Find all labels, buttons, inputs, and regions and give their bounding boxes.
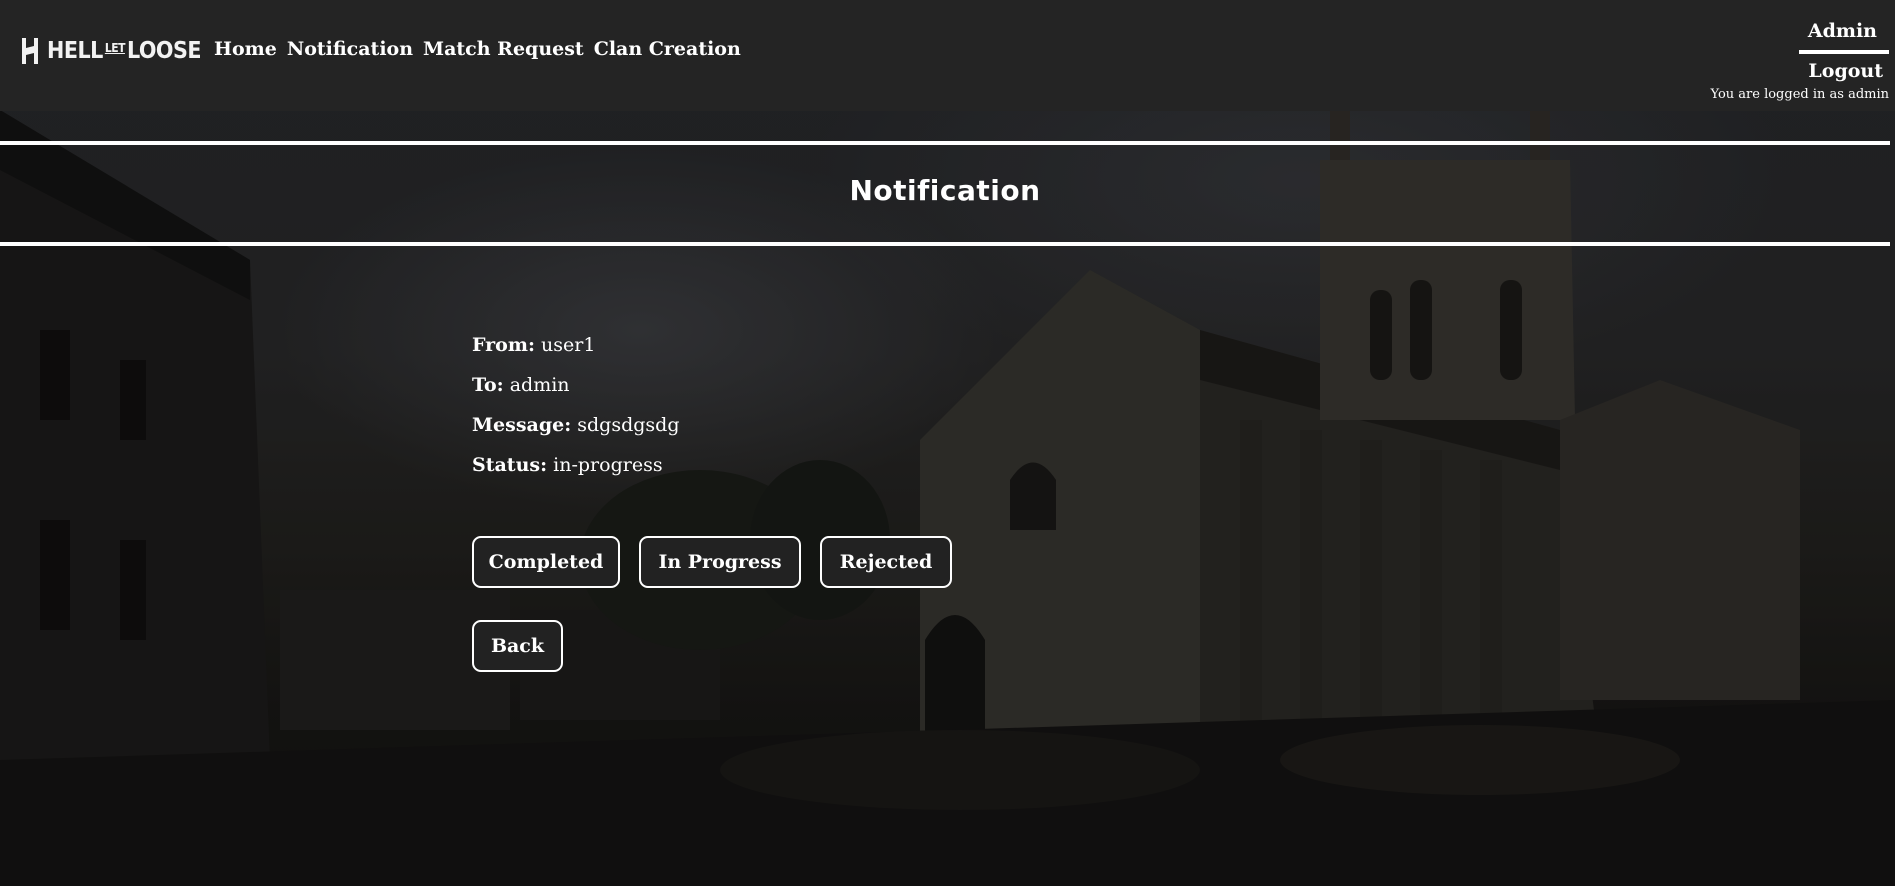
rejected-button[interactable]: Rejected xyxy=(820,536,952,588)
detail-row-from: From: user1 xyxy=(472,325,680,365)
page-title: Notification xyxy=(849,174,1041,207)
logo[interactable]: HELL LETLOOSE xyxy=(19,36,202,66)
account-panel: Admin Logout You are logged in as admin xyxy=(1710,20,1890,102)
account-divider xyxy=(1799,50,1889,54)
hell-let-loose-emblem-icon xyxy=(22,38,38,64)
notification-details: From: user1 To: admin Message: sdgsdgsdg… xyxy=(472,325,680,485)
background-scene xyxy=(0,0,1895,886)
nav-link-notification[interactable]: Notification xyxy=(287,38,413,60)
top-navbar: HELL LETLOOSE Home Notification Match Req… xyxy=(0,0,1895,111)
detail-row-message: Message: sdgsdgsdg xyxy=(472,405,680,445)
nav-link-match-request[interactable]: Match Request xyxy=(423,38,584,60)
page: HELL LETLOOSE Home Notification Match Req… xyxy=(0,0,1895,886)
main-nav: Home Notification Match Request Clan Cre… xyxy=(214,38,741,60)
to-value: admin xyxy=(509,374,570,396)
message-label: Message: xyxy=(472,414,572,436)
from-value: user1 xyxy=(541,334,596,356)
account-username[interactable]: Admin xyxy=(1711,20,1890,42)
detail-row-to: To: admin xyxy=(472,365,680,405)
title-divider-top xyxy=(0,141,1890,145)
logo-wordmark: HELL LETLOOSE xyxy=(47,38,202,64)
logo-part-let: LET xyxy=(104,41,126,55)
logo-part-hell: HELL xyxy=(47,38,103,64)
in-progress-button[interactable]: In Progress xyxy=(639,536,801,588)
title-divider-bottom xyxy=(0,242,1890,246)
login-status-text: You are logged in as admin xyxy=(1710,87,1890,102)
to-label: To: xyxy=(472,374,504,396)
detail-row-status: Status: in-progress xyxy=(472,445,680,485)
status-value: in-progress xyxy=(553,454,663,476)
back-button[interactable]: Back xyxy=(472,620,563,672)
completed-button[interactable]: Completed xyxy=(472,536,620,588)
logout-link[interactable]: Logout xyxy=(1711,60,1890,82)
from-label: From: xyxy=(472,334,535,356)
nav-link-clan-creation[interactable]: Clan Creation xyxy=(594,38,741,60)
nav-link-home[interactable]: Home xyxy=(214,38,277,60)
status-label: Status: xyxy=(472,454,548,476)
message-value: sdgsdgsdg xyxy=(577,414,680,436)
logo-part-loose: LOOSE xyxy=(126,38,202,64)
